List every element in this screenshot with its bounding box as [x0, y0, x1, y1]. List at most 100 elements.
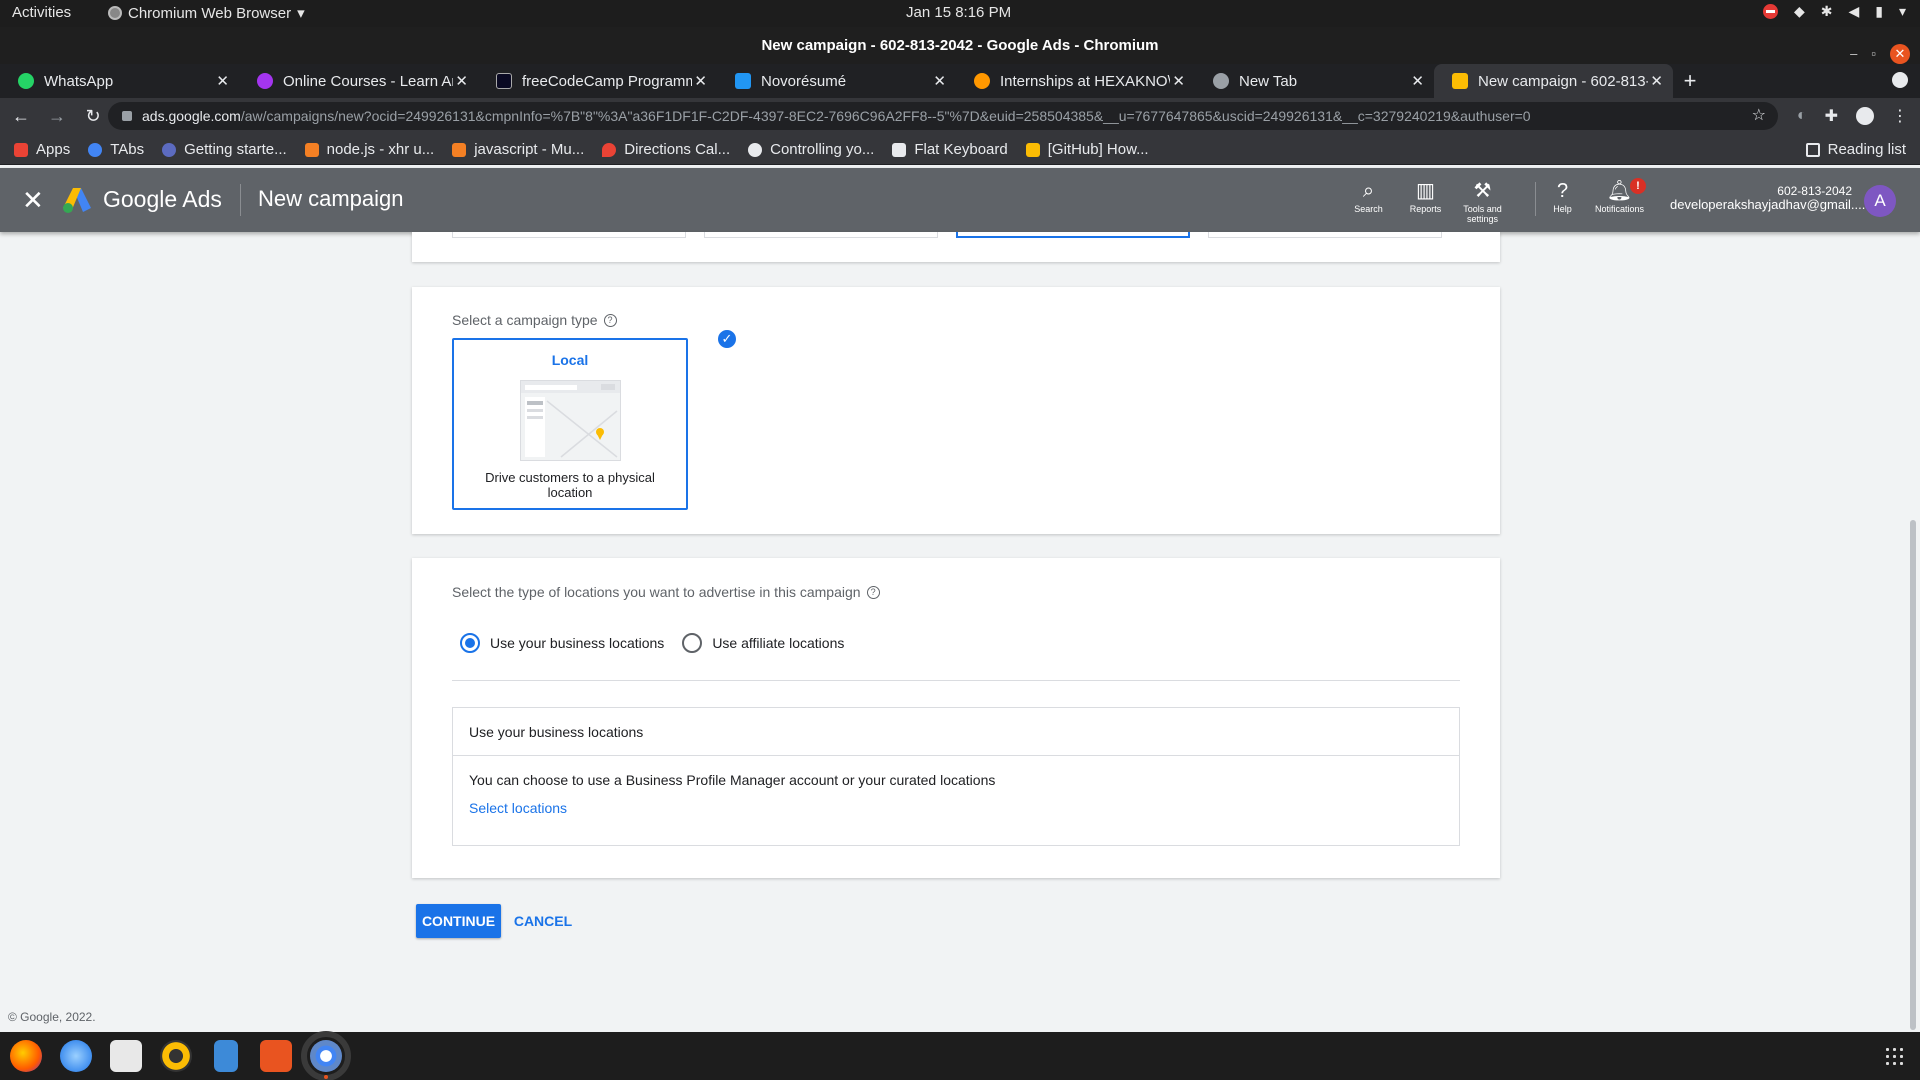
bookmark-controlling[interactable]: Controlling yo...: [748, 141, 874, 158]
files-icon[interactable]: [110, 1040, 142, 1072]
back-icon[interactable]: ←: [6, 106, 36, 127]
app-menu[interactable]: Chromium Web Browser ▾: [108, 4, 305, 22]
tab-novoresume[interactable]: Novorésumé ✕: [717, 64, 956, 98]
bookmark-javascript[interactable]: javascript - Mu...: [452, 141, 584, 158]
activities-button[interactable]: Activities: [12, 4, 71, 21]
close-tab-icon[interactable]: ✕: [694, 72, 707, 90]
close-icon[interactable]: ✕: [22, 185, 44, 216]
campaign-type-local[interactable]: Local Drive customers to a physical loca…: [452, 328, 738, 510]
tab-new-campaign[interactable]: New campaign - 602-813-2 ✕: [1434, 64, 1673, 98]
browser-menu-icon[interactable]: ⋮: [1892, 106, 1908, 126]
help-icon[interactable]: ?: [603, 313, 617, 327]
forward-icon[interactable]: →: [42, 106, 72, 127]
freecodecamp-icon: [496, 73, 512, 89]
tab-whatsapp[interactable]: WhatsApp ✕: [0, 64, 239, 98]
section-label: Select the type of locations you want to…: [452, 584, 880, 600]
goal-option-selected[interactable]: [956, 232, 1190, 238]
goal-option[interactable]: [452, 232, 686, 238]
tab-freecodecamp[interactable]: freeCodeCamp Programm ✕: [478, 64, 717, 98]
goal-option[interactable]: [1208, 232, 1442, 238]
cancel-button[interactable]: CANCEL: [508, 904, 578, 938]
system-tray[interactable]: ◆ ✱ ◀ ▮ ▾: [1762, 3, 1906, 20]
os-top-bar: Activities Chromium Web Browser ▾ Jan 15…: [0, 0, 1920, 27]
tools-settings-button[interactable]: ⚒ Tools and settings: [1454, 178, 1511, 224]
new-tab-button[interactable]: +: [1673, 64, 1707, 98]
help-button[interactable]: ? Help: [1534, 178, 1591, 224]
close-tab-icon[interactable]: ✕: [216, 72, 229, 90]
tab-search-icon[interactable]: [1892, 72, 1908, 88]
firefox-icon[interactable]: [10, 1040, 42, 1072]
wifi-icon: ◆: [1793, 3, 1805, 19]
account-switcher[interactable]: 602-813-2042 developerakshayjadhav@gmail…: [1670, 185, 1865, 212]
notification-badge: !: [1630, 178, 1646, 194]
rhythmbox-icon[interactable]: [160, 1040, 192, 1072]
page-scrollbar[interactable]: [1910, 520, 1916, 1030]
reload-icon[interactable]: ↻: [78, 106, 108, 127]
link-label[interactable]: Select locations: [469, 800, 567, 816]
reports-button[interactable]: ▥ Reports: [1397, 178, 1454, 224]
bookmark-label: Apps: [36, 141, 71, 158]
extension-status-icon[interactable]: ◐: [1797, 107, 1807, 125]
chrome-icon: [1213, 73, 1229, 89]
close-tab-icon[interactable]: ✕: [455, 72, 468, 90]
radio-selected-icon[interactable]: [460, 633, 480, 653]
tab-label: Novorésumé: [761, 72, 847, 90]
bookmark-flat-keyboard[interactable]: Flat Keyboard: [892, 141, 1008, 158]
panel-text: You can choose to use a Business Profile…: [469, 772, 996, 788]
select-locations-link[interactable]: Select locations: [453, 788, 1459, 816]
radio-business-locations[interactable]: Use your business locations: [460, 633, 664, 653]
tab-label: Internships at HEXAKNO\: [1000, 72, 1170, 90]
clock[interactable]: Jan 15 8:16 PM: [906, 4, 1011, 21]
help-icon: ?: [1556, 180, 1569, 202]
window-title-bar: New campaign - 602-813-2042 - Google Ads…: [0, 27, 1920, 64]
bookmarks-bar: Apps TAbs Getting starte... node.js - xh…: [0, 135, 1920, 165]
window-title: New campaign - 602-813-2042 - Google Ads…: [761, 37, 1159, 54]
tab-online-courses[interactable]: Online Courses - Learn An ✕: [239, 64, 478, 98]
bookmark-label: TAbs: [110, 141, 145, 158]
map-illustration-icon: [520, 380, 621, 461]
extensions-puzzle-icon[interactable]: ✚: [1825, 106, 1838, 126]
tab-label: Online Courses - Learn An: [283, 72, 453, 90]
radio-affiliate-locations[interactable]: Use affiliate locations: [682, 633, 844, 653]
bookmark-github[interactable]: [GitHub] How...: [1025, 141, 1149, 158]
address-bar[interactable]: ads.google.com /aw/campaigns/new?ocid=24…: [108, 102, 1778, 130]
close-tab-icon[interactable]: ✕: [1650, 72, 1663, 90]
help-icon[interactable]: ?: [866, 585, 880, 599]
bookmark-nodejs-xhr[interactable]: node.js - xhr u...: [304, 141, 435, 158]
close-tab-icon[interactable]: ✕: [1172, 72, 1185, 90]
close-tab-icon[interactable]: ✕: [1411, 72, 1424, 90]
location-type-radio-group: Use your business locations Use affiliat…: [460, 633, 844, 653]
show-applications-icon[interactable]: [1884, 1046, 1904, 1066]
lock-icon[interactable]: [122, 111, 132, 121]
bookmark-directions[interactable]: Directions Cal...: [602, 141, 730, 158]
thunderbird-icon[interactable]: [60, 1040, 92, 1072]
goal-option[interactable]: [704, 232, 938, 238]
bookmark-star-icon[interactable]: ☆: [1752, 105, 1766, 125]
tab-new-tab[interactable]: New Tab ✕: [1195, 64, 1434, 98]
close-tab-icon[interactable]: ✕: [933, 72, 946, 90]
close-window-icon[interactable]: ✕: [1890, 43, 1910, 64]
continue-button[interactable]: CONTINUE: [416, 904, 501, 938]
bookmark-getting-started[interactable]: Getting starte...: [162, 141, 287, 158]
apps-grid-icon: [14, 142, 28, 157]
bookmark-label: Flat Keyboard: [914, 141, 1008, 158]
avatar[interactable]: A: [1864, 185, 1896, 217]
ads-header: ✕ Google Ads New campaign ⌕ Search ▥ Rep…: [0, 168, 1920, 232]
locations-section: Select the type of locations you want to…: [412, 558, 1500, 878]
chromium-dock-icon[interactable]: [301, 1031, 351, 1080]
bookmark-apps[interactable]: Apps: [14, 141, 70, 158]
bookmark-label: Getting starte...: [184, 141, 287, 158]
internshala-icon: [974, 73, 990, 89]
libreoffice-writer-icon[interactable]: [214, 1040, 238, 1072]
bookmark-tabs[interactable]: TAbs: [88, 141, 144, 158]
reading-list-button[interactable]: Reading list: [1805, 141, 1906, 158]
search-button[interactable]: ⌕ Search: [1340, 178, 1397, 224]
do-not-disturb-icon: [1762, 4, 1778, 19]
tab-internships[interactable]: Internships at HEXAKNO\ ✕: [956, 64, 1195, 98]
radio-unselected-icon[interactable]: [682, 633, 703, 653]
software-center-icon[interactable]: [260, 1040, 292, 1072]
profile-icon[interactable]: [1856, 107, 1874, 125]
campaign-type-description: Drive customers to a physical location: [485, 470, 655, 500]
bookmark-label: Directions Cal...: [624, 141, 731, 158]
bookmark-label: node.js - xhr u...: [326, 141, 435, 158]
